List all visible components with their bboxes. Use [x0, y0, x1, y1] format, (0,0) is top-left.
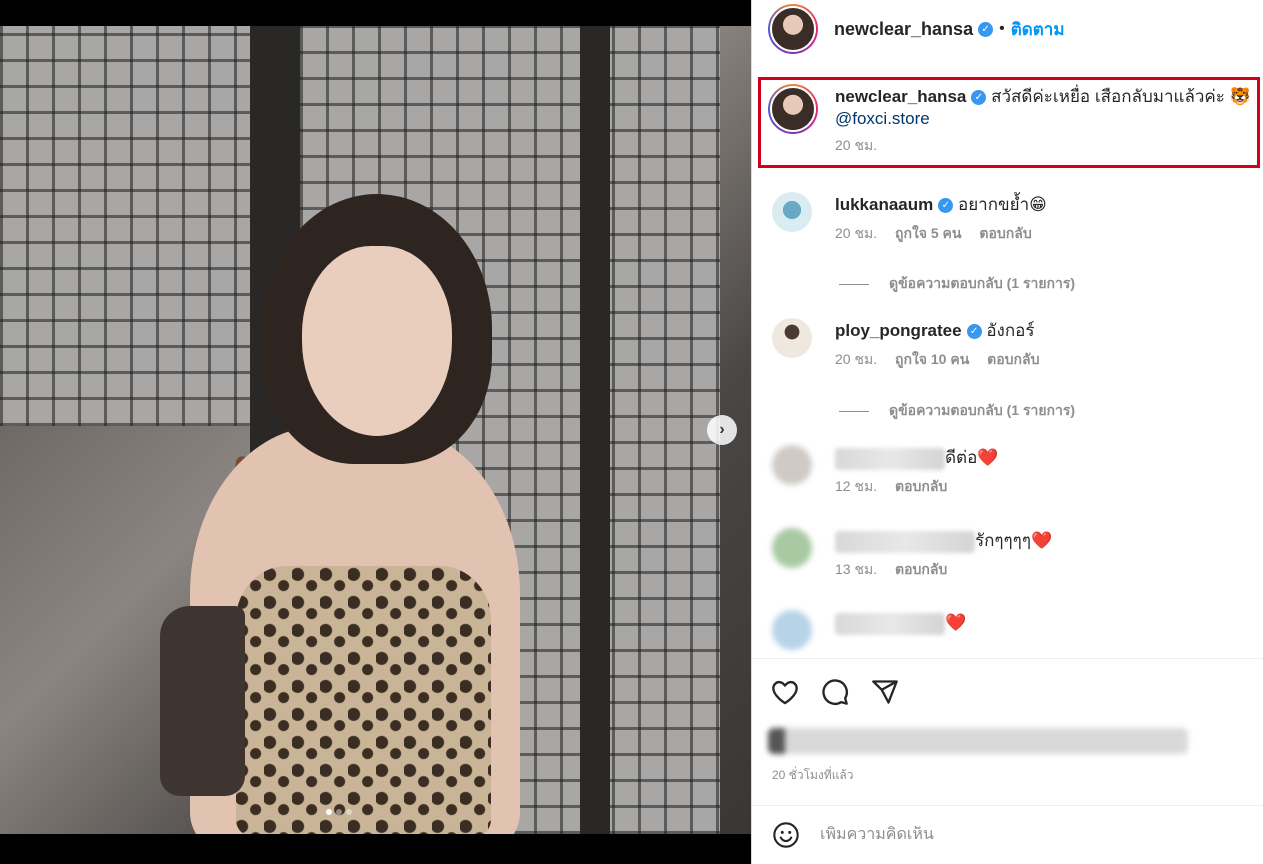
post-side-panel: newclear_hansa ✓ • ติดตาม newclear_hansa… — [751, 0, 1263, 864]
reply-button[interactable]: ตอบกลับ — [895, 478, 947, 494]
heart-icon — [772, 680, 798, 704]
header-separator: • — [999, 20, 1005, 37]
post-modal: › newclear_hansa ✓ • ติดตาม newclear_han… — [0, 0, 1263, 864]
add-comment-input[interactable] — [820, 826, 1200, 844]
commenter-avatar[interactable] — [772, 445, 812, 485]
comment-username[interactable]: ploy_pongratee — [835, 321, 962, 340]
caption-username[interactable]: newclear_hansa — [835, 87, 966, 106]
blurred-username[interactable] — [835, 612, 945, 635]
reply-button[interactable]: ตอบกลับ — [987, 351, 1039, 367]
reply-button[interactable]: ตอบกลับ — [979, 225, 1031, 241]
commenter-avatar[interactable] — [772, 318, 812, 358]
caption-mention-link[interactable]: @foxci.store — [835, 109, 930, 128]
carousel-next-button[interactable]: › — [707, 415, 737, 445]
background-window — [0, 26, 260, 426]
blurred-username[interactable] — [835, 530, 975, 553]
comment-text: ดีต่อ❤️ — [945, 448, 999, 467]
caption-time: 20 ชม. — [835, 137, 878, 153]
paper-plane-icon — [872, 679, 898, 704]
post-time: 20 ชั่วโมงที่แล้ว — [772, 768, 854, 782]
person-face — [302, 246, 452, 436]
carousel-indicator — [326, 809, 352, 815]
comment-text: อังกอร์ — [986, 321, 1035, 340]
comment-icon — [822, 678, 848, 705]
verified-badge-icon: ✓ — [966, 324, 982, 340]
smiley-icon[interactable] — [772, 821, 800, 849]
author-avatar[interactable] — [768, 4, 818, 54]
comment-time: 12 ชม. — [835, 478, 878, 494]
caption-body: newclear_hansa ✓ สวัสดีค่ะเหยื่อ เสือกลับ… — [835, 84, 1255, 157]
comment-time: 13 ชม. — [835, 561, 878, 577]
comment-text: ❤️ — [945, 613, 967, 632]
leopard-top — [236, 566, 491, 834]
comments-list[interactable]: newclear_hansa ✓ สวัสดีค่ะเหยื่อ เสือกลับ… — [752, 70, 1263, 656]
author-username[interactable]: newclear_hansa — [834, 19, 973, 40]
blurred-username[interactable] — [835, 447, 945, 470]
commenter-avatar[interactable] — [772, 610, 812, 650]
reply-button[interactable]: ตอบกลับ — [895, 561, 947, 577]
comment-button[interactable] — [820, 677, 850, 707]
divider-line — [839, 283, 869, 285]
verified-badge-icon: ✓ — [938, 198, 954, 214]
handbag — [160, 606, 245, 796]
likes-summary-blurred[interactable] — [768, 728, 1188, 754]
carousel-dot — [346, 809, 352, 815]
view-replies-label: ดูข้อความตอบกลับ (1 รายการ) — [889, 275, 1076, 291]
carousel-dot — [326, 809, 332, 815]
comment-likes-link[interactable]: ถูกใจ 10 คน — [895, 351, 969, 367]
caption-text: สวัสดีค่ะเหยื่อ เสือกลับมาแล้วค่ะ 🐯 — [991, 87, 1251, 106]
view-replies-button[interactable]: ดูข้อความตอบกลับ (1 รายการ) — [839, 273, 1075, 295]
commenter-avatar[interactable] — [772, 528, 812, 568]
comment-text: อยากขย้ำ😁 — [958, 195, 1047, 214]
verified-badge-icon: ✓ — [971, 90, 987, 106]
add-comment-bar — [752, 805, 1263, 864]
chevron-right-icon: › — [719, 421, 725, 438]
post-media-pane: › — [0, 0, 751, 864]
view-replies-label: ดูข้อความตอบกลับ (1 รายการ) — [889, 402, 1076, 418]
caption-avatar[interactable] — [768, 84, 818, 134]
post-header: newclear_hansa ✓ • ติดตาม — [752, 0, 1263, 58]
comment-time: 20 ชม. — [835, 351, 878, 367]
comment-likes-link[interactable]: ถูกใจ 5 คน — [895, 225, 962, 241]
post-photo[interactable] — [0, 26, 751, 834]
verified-badge-icon: ✓ — [978, 21, 994, 37]
comment-text: รักๆๆๆๆ❤️ — [975, 531, 1053, 550]
commenter-avatar[interactable] — [772, 192, 812, 232]
follow-button[interactable]: ติดตาม — [1011, 16, 1065, 43]
post-actions-bar — [752, 658, 1263, 724]
background-pillar — [580, 26, 610, 834]
comment-time: 20 ชม. — [835, 225, 878, 241]
carousel-dot — [336, 809, 342, 815]
like-button[interactable] — [770, 677, 800, 707]
share-button[interactable] — [870, 677, 900, 707]
comment-username[interactable]: lukkanaaum — [835, 195, 933, 214]
view-replies-button[interactable]: ดูข้อความตอบกลับ (1 รายการ) — [839, 400, 1075, 422]
divider-line — [839, 410, 869, 412]
